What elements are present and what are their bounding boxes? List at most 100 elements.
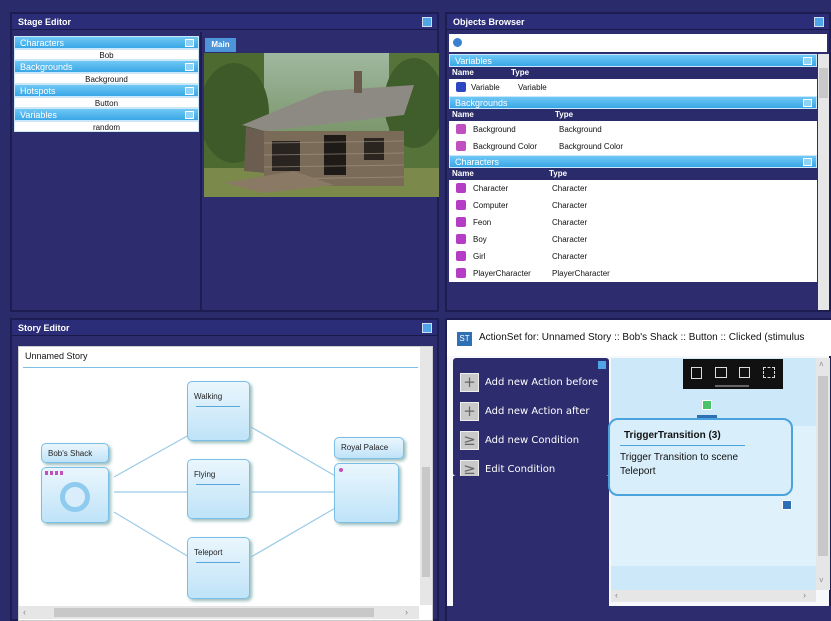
section-characters: Characters Bob xyxy=(14,36,199,60)
section-variables: Variables random xyxy=(14,108,199,132)
actionset-vertical-scrollbar[interactable]: ˄ ˅ xyxy=(816,358,830,590)
list-item[interactable]: Background Color Background Color xyxy=(449,138,817,155)
maximize-icon[interactable] xyxy=(422,17,432,27)
section-header-label: Characters xyxy=(20,38,65,48)
item-type: Variable xyxy=(518,83,547,92)
character-icon xyxy=(456,234,466,244)
canvas-toolbar xyxy=(683,359,783,389)
scroll-left-icon[interactable]: ‹ xyxy=(23,607,26,617)
frame-icon[interactable] xyxy=(739,367,750,378)
story-editor-panel: Story Editor Unnamed Story Bob's Shack W… xyxy=(10,318,439,621)
menu-label: Add new Action before xyxy=(485,377,599,388)
col-name: Name xyxy=(452,68,474,77)
collapse-icon[interactable] xyxy=(185,111,194,119)
actions-menu: + Add new Action before + Add new Action a… xyxy=(453,358,609,479)
add-action-icon[interactable] xyxy=(691,367,702,379)
add-after-port-icon[interactable] xyxy=(782,500,792,510)
group-header-characters[interactable]: Characters xyxy=(449,155,817,168)
item-type: Character xyxy=(552,218,588,227)
section-header[interactable]: Backgrounds xyxy=(14,60,199,73)
actionset-horizontal-scrollbar[interactable]: ‹ › xyxy=(611,590,816,602)
section-value[interactable]: Button xyxy=(14,97,199,108)
column-headers: Name Type xyxy=(449,168,817,180)
scroll-thumb[interactable] xyxy=(818,376,828,556)
maximize-icon[interactable] xyxy=(814,17,824,27)
group-header-backgrounds[interactable]: Backgrounds xyxy=(449,96,817,109)
maximize-icon[interactable] xyxy=(422,323,432,333)
node-bobs-shack[interactable] xyxy=(41,467,109,523)
scroll-thumb[interactable] xyxy=(54,608,374,617)
section-value[interactable]: Background xyxy=(14,73,199,84)
list-item[interactable]: Boy Character xyxy=(449,231,817,248)
node-royal-palace-label[interactable]: Royal Palace xyxy=(334,437,404,459)
list-item[interactable]: Girl Character xyxy=(449,248,817,265)
collapse-icon[interactable] xyxy=(185,39,194,47)
node-flying[interactable]: Flying xyxy=(187,459,250,519)
group-header-variables[interactable]: Variables xyxy=(449,54,817,67)
section-header[interactable]: Characters xyxy=(14,36,199,49)
node-royal-palace[interactable] xyxy=(334,463,399,523)
section-header-label: Backgrounds xyxy=(20,62,73,72)
col-type: Type xyxy=(511,68,530,77)
list-item[interactable]: Character Character xyxy=(449,180,817,197)
group-header-label: Backgrounds xyxy=(455,98,508,108)
item-type: PlayerCharacter xyxy=(552,269,610,278)
collapse-icon[interactable] xyxy=(803,99,812,107)
item-name: Character xyxy=(473,184,509,193)
story-horizontal-scrollbar[interactable]: ‹ › xyxy=(19,606,419,619)
collapse-icon[interactable] xyxy=(185,87,194,95)
scroll-right-icon[interactable]: › xyxy=(803,590,806,600)
list-item[interactable]: PlayerCharacter PlayerCharacter xyxy=(449,265,817,282)
section-value[interactable]: random xyxy=(14,121,199,132)
stage-divider[interactable] xyxy=(200,32,202,310)
node-teleport[interactable]: Teleport xyxy=(187,537,250,599)
scroll-left-icon[interactable]: ‹ xyxy=(615,590,618,600)
item-type: Background Color xyxy=(559,142,624,151)
list-item[interactable]: Background Background xyxy=(449,121,817,138)
scroll-down-icon[interactable]: ˅ xyxy=(819,576,824,585)
actionset-footer xyxy=(447,606,831,621)
tab-main[interactable]: Main xyxy=(205,38,236,52)
node-title: Bob's Shack xyxy=(48,449,93,458)
add-condition-button[interactable]: ≥ Add new Condition xyxy=(453,426,609,455)
trigger-transition-card[interactable]: TriggerTransition (3) Trigger Transition… xyxy=(608,418,793,496)
node-title-underline xyxy=(196,562,240,563)
item-name: Computer xyxy=(473,201,509,210)
section-value[interactable]: Bob xyxy=(14,49,199,60)
section-header[interactable]: Hotspots xyxy=(14,84,199,97)
node-bobs-shack-label[interactable]: Bob's Shack xyxy=(41,443,109,463)
search-input[interactable] xyxy=(467,35,822,51)
stage-background-image[interactable] xyxy=(204,53,439,197)
scroll-right-icon[interactable]: › xyxy=(405,607,408,617)
plus-icon: + xyxy=(460,373,479,392)
node-title: Teleport xyxy=(194,548,223,557)
scroll-thumb[interactable] xyxy=(422,467,430,577)
collapse-icon[interactable] xyxy=(803,57,812,65)
collapse-icon[interactable] xyxy=(185,63,194,71)
list-item[interactable]: Feon Character xyxy=(449,214,817,231)
node-title-underline xyxy=(196,484,240,485)
list-item[interactable]: Computer Character xyxy=(449,197,817,214)
scroll-up-icon[interactable]: ˄ xyxy=(819,360,824,369)
actionset-badge: ST xyxy=(457,332,472,346)
search-icon[interactable] xyxy=(451,36,464,49)
fit-icon[interactable] xyxy=(763,367,775,378)
node-walking[interactable]: Walking xyxy=(187,381,250,441)
connector-port-icon[interactable] xyxy=(702,400,712,410)
story-vertical-scrollbar[interactable] xyxy=(420,347,432,605)
add-action-before-button[interactable]: + Add new Action before xyxy=(453,368,609,397)
add-action-after-button[interactable]: + Add new Action after xyxy=(453,397,609,426)
insert-icon[interactable] xyxy=(715,367,727,378)
search-bar xyxy=(449,34,827,52)
objects-scrollbar[interactable] xyxy=(818,54,829,310)
section-header[interactable]: Variables xyxy=(14,108,199,121)
story-canvas[interactable]: Unnamed Story Bob's Shack Walking Flying… xyxy=(18,346,433,621)
scroll-thumb[interactable] xyxy=(819,68,828,98)
collapse-icon[interactable] xyxy=(803,158,812,166)
item-name: Background Color xyxy=(473,142,538,151)
background-color-icon xyxy=(456,141,466,151)
stage-sections: Characters Bob Backgrounds Background Ho… xyxy=(14,36,199,132)
character-icon xyxy=(456,217,466,227)
item-type: Character xyxy=(552,184,588,193)
list-item[interactable]: Variable Variable xyxy=(449,79,817,96)
